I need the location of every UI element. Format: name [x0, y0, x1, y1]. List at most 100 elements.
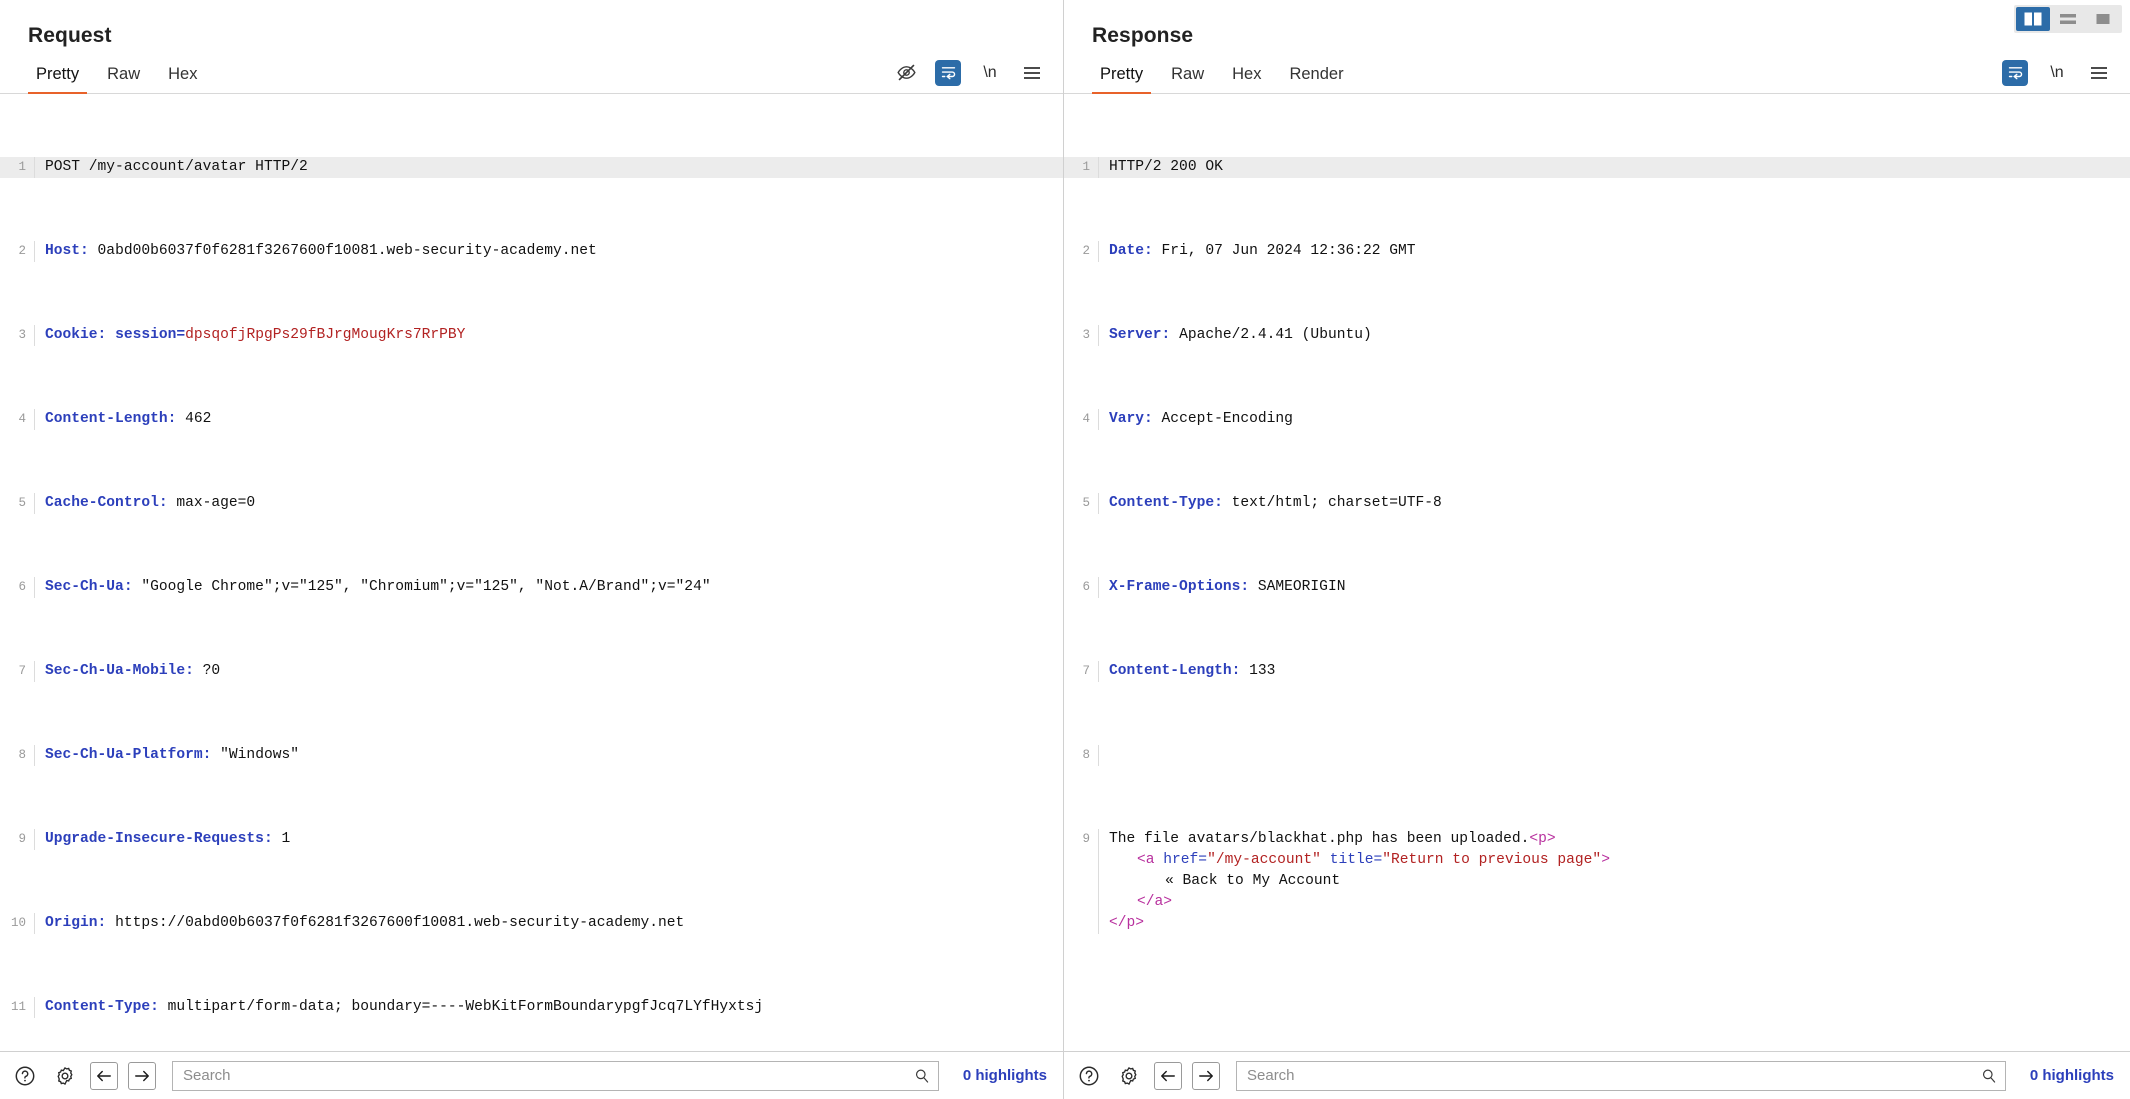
line-number: 5 — [1064, 493, 1098, 514]
html-tag-a-close: </a> — [1109, 894, 1172, 910]
line-number: 4 — [1064, 409, 1098, 430]
line-number: 8 — [0, 745, 34, 766]
code-line: 3Server: Apache/2.4.41 (Ubuntu) — [1064, 325, 2130, 346]
request-target: /my-account/avatar HTTP/2 — [80, 159, 308, 175]
layout-single-pane-button[interactable] — [2086, 7, 2120, 31]
line-number: 6 — [1064, 577, 1098, 598]
search-input[interactable] — [183, 1067, 914, 1084]
code-line: 8Sec-Ch-Ua-Platform: "Windows" — [0, 745, 1063, 766]
line-number: 11 — [0, 997, 34, 1018]
line-number: 10 — [0, 913, 34, 934]
word-wrap-icon[interactable] — [2002, 60, 2028, 86]
header-name: Upgrade-Insecure-Requests: — [45, 831, 273, 847]
word-wrap-icon[interactable] — [935, 60, 961, 86]
request-pane: Request Pretty Raw Hex — [0, 0, 1064, 1099]
header-value: Fri, 07 Jun 2024 12:36:22 GMT — [1153, 243, 1416, 259]
code-line: 4Content-Length: 462 — [0, 409, 1063, 430]
request-tab-actions: \n — [893, 60, 1045, 94]
header-value: Apache/2.4.41 (Ubuntu) — [1170, 327, 1371, 343]
header-name: Origin: — [45, 915, 106, 931]
code-line: 4Vary: Accept-Encoding — [1064, 409, 2130, 430]
search-back-button[interactable] — [90, 1062, 118, 1090]
request-editor[interactable]: 1 POST /my-account/avatar HTTP/2 2Host: 0… — [0, 94, 1063, 1051]
layout-side-by-side-button[interactable] — [2016, 7, 2050, 31]
code-line: 9 Upgrade-Insecure-Requests: 1 — [0, 829, 1063, 850]
line-number: 9 — [0, 829, 34, 850]
header-name: Content-Length: — [1109, 663, 1240, 679]
code-line: 6 X-Frame-Options: SAMEORIGIN — [1064, 577, 2130, 598]
request-method: POST — [45, 159, 80, 175]
response-tab-raw[interactable]: Raw — [1157, 65, 1218, 94]
code-line: 2Host: 0abd00b6037f0f6281f3267600f10081.… — [0, 241, 1063, 262]
line-number: 4 — [0, 409, 34, 430]
request-tab-hex[interactable]: Hex — [154, 65, 211, 94]
line-number: 5 — [0, 493, 34, 514]
layout-switcher — [2014, 5, 2122, 33]
layout-stacked-button[interactable] — [2051, 7, 2085, 31]
code-line: 6Sec-Ch-Ua: "Google Chrome";v="125", "Ch… — [0, 577, 1063, 598]
hamburger-menu-icon[interactable] — [2086, 60, 2112, 86]
response-title: Response — [1064, 0, 2130, 48]
response-status-line: HTTP/2 200 OK — [1109, 159, 1223, 175]
response-editor[interactable]: 1HTTP/2 200 OK 2Date: Fri, 07 Jun 2024 1… — [1064, 94, 2130, 1051]
search-back-button[interactable] — [1154, 1062, 1182, 1090]
header-value: 0abd00b6037f0f6281f3267600f10081.web-sec… — [89, 243, 597, 259]
code-line: 10Origin: https://0abd00b6037f0f6281f326… — [0, 913, 1063, 934]
html-tag-close-bracket: > — [1601, 852, 1610, 868]
header-name: Content-Type: — [1109, 495, 1223, 511]
header-name: Sec-Ch-Ua: — [45, 579, 133, 595]
response-status-bar: 0 highlights — [1064, 1051, 2130, 1099]
request-status-bar: 0 highlights — [0, 1051, 1063, 1099]
hamburger-menu-icon[interactable] — [1019, 60, 1045, 86]
response-tab-render[interactable]: Render — [1275, 65, 1357, 94]
search-icon[interactable] — [1981, 1068, 1997, 1084]
header-value: max-age=0 — [168, 495, 256, 511]
line-number: 3 — [1064, 325, 1098, 346]
line-number: 2 — [1064, 241, 1098, 262]
code-line: 5 Cache-Control: max-age=0 — [0, 493, 1063, 514]
line-number: 6 — [0, 577, 34, 598]
eye-slash-icon[interactable] — [893, 60, 919, 86]
gear-icon[interactable] — [50, 1061, 80, 1091]
request-tab-raw[interactable]: Raw — [93, 65, 154, 94]
code-line: 8 — [1064, 745, 2130, 766]
html-tag-p: <p> — [1529, 831, 1555, 847]
line-number: 1 — [0, 157, 34, 178]
single-pane-icon — [2094, 12, 2112, 26]
header-value: text/html; charset=UTF-8 — [1223, 495, 1442, 511]
header-name: Sec-Ch-Ua-Mobile: — [45, 663, 194, 679]
request-tab-pretty[interactable]: Pretty — [22, 65, 93, 94]
line-number: 3 — [0, 325, 34, 346]
html-tag-a-open: <a — [1137, 852, 1163, 868]
header-value: 133 — [1240, 663, 1275, 679]
header-name: Cache-Control: — [45, 495, 168, 511]
code-line: 2 Date: Fri, 07 Jun 2024 12:36:22 GMT — [1064, 241, 2130, 262]
search-forward-button[interactable] — [128, 1062, 156, 1090]
header-value: Accept-Encoding — [1153, 411, 1293, 427]
response-tab-pretty[interactable]: Pretty — [1086, 65, 1157, 94]
response-search-box[interactable] — [1236, 1061, 2006, 1091]
search-forward-button[interactable] — [1192, 1062, 1220, 1090]
side-by-side-icon — [2024, 12, 2042, 26]
line-number: 7 — [1064, 661, 1098, 682]
request-tabbar: Pretty Raw Hex — [0, 48, 1063, 94]
header-value: SAMEORIGIN — [1249, 579, 1345, 595]
html-attr-href: href= — [1163, 852, 1207, 868]
header-value: 1 — [273, 831, 291, 847]
code-line: 9The file avatars/blackhat.php has been … — [1064, 829, 2130, 934]
search-icon[interactable] — [914, 1068, 930, 1084]
help-icon[interactable] — [1074, 1061, 1104, 1091]
header-name: Content-Type: — [45, 999, 159, 1015]
response-pane: Response Pretty Raw Hex Render \n — [1064, 0, 2130, 1099]
newline-icon[interactable]: \n — [977, 60, 1003, 86]
gear-icon[interactable] — [1114, 1061, 1144, 1091]
response-tab-hex[interactable]: Hex — [1218, 65, 1275, 94]
search-input[interactable] — [1247, 1067, 1981, 1084]
request-search-box[interactable] — [172, 1061, 939, 1091]
line-number: 7 — [0, 661, 34, 682]
newline-icon[interactable]: \n — [2044, 60, 2070, 86]
header-value: multipart/form-data; boundary=----WebKit… — [159, 999, 763, 1015]
header-name: X-Frame-Options: — [1109, 579, 1249, 595]
help-icon[interactable] — [10, 1061, 40, 1091]
header-name: Date: — [1109, 243, 1153, 259]
